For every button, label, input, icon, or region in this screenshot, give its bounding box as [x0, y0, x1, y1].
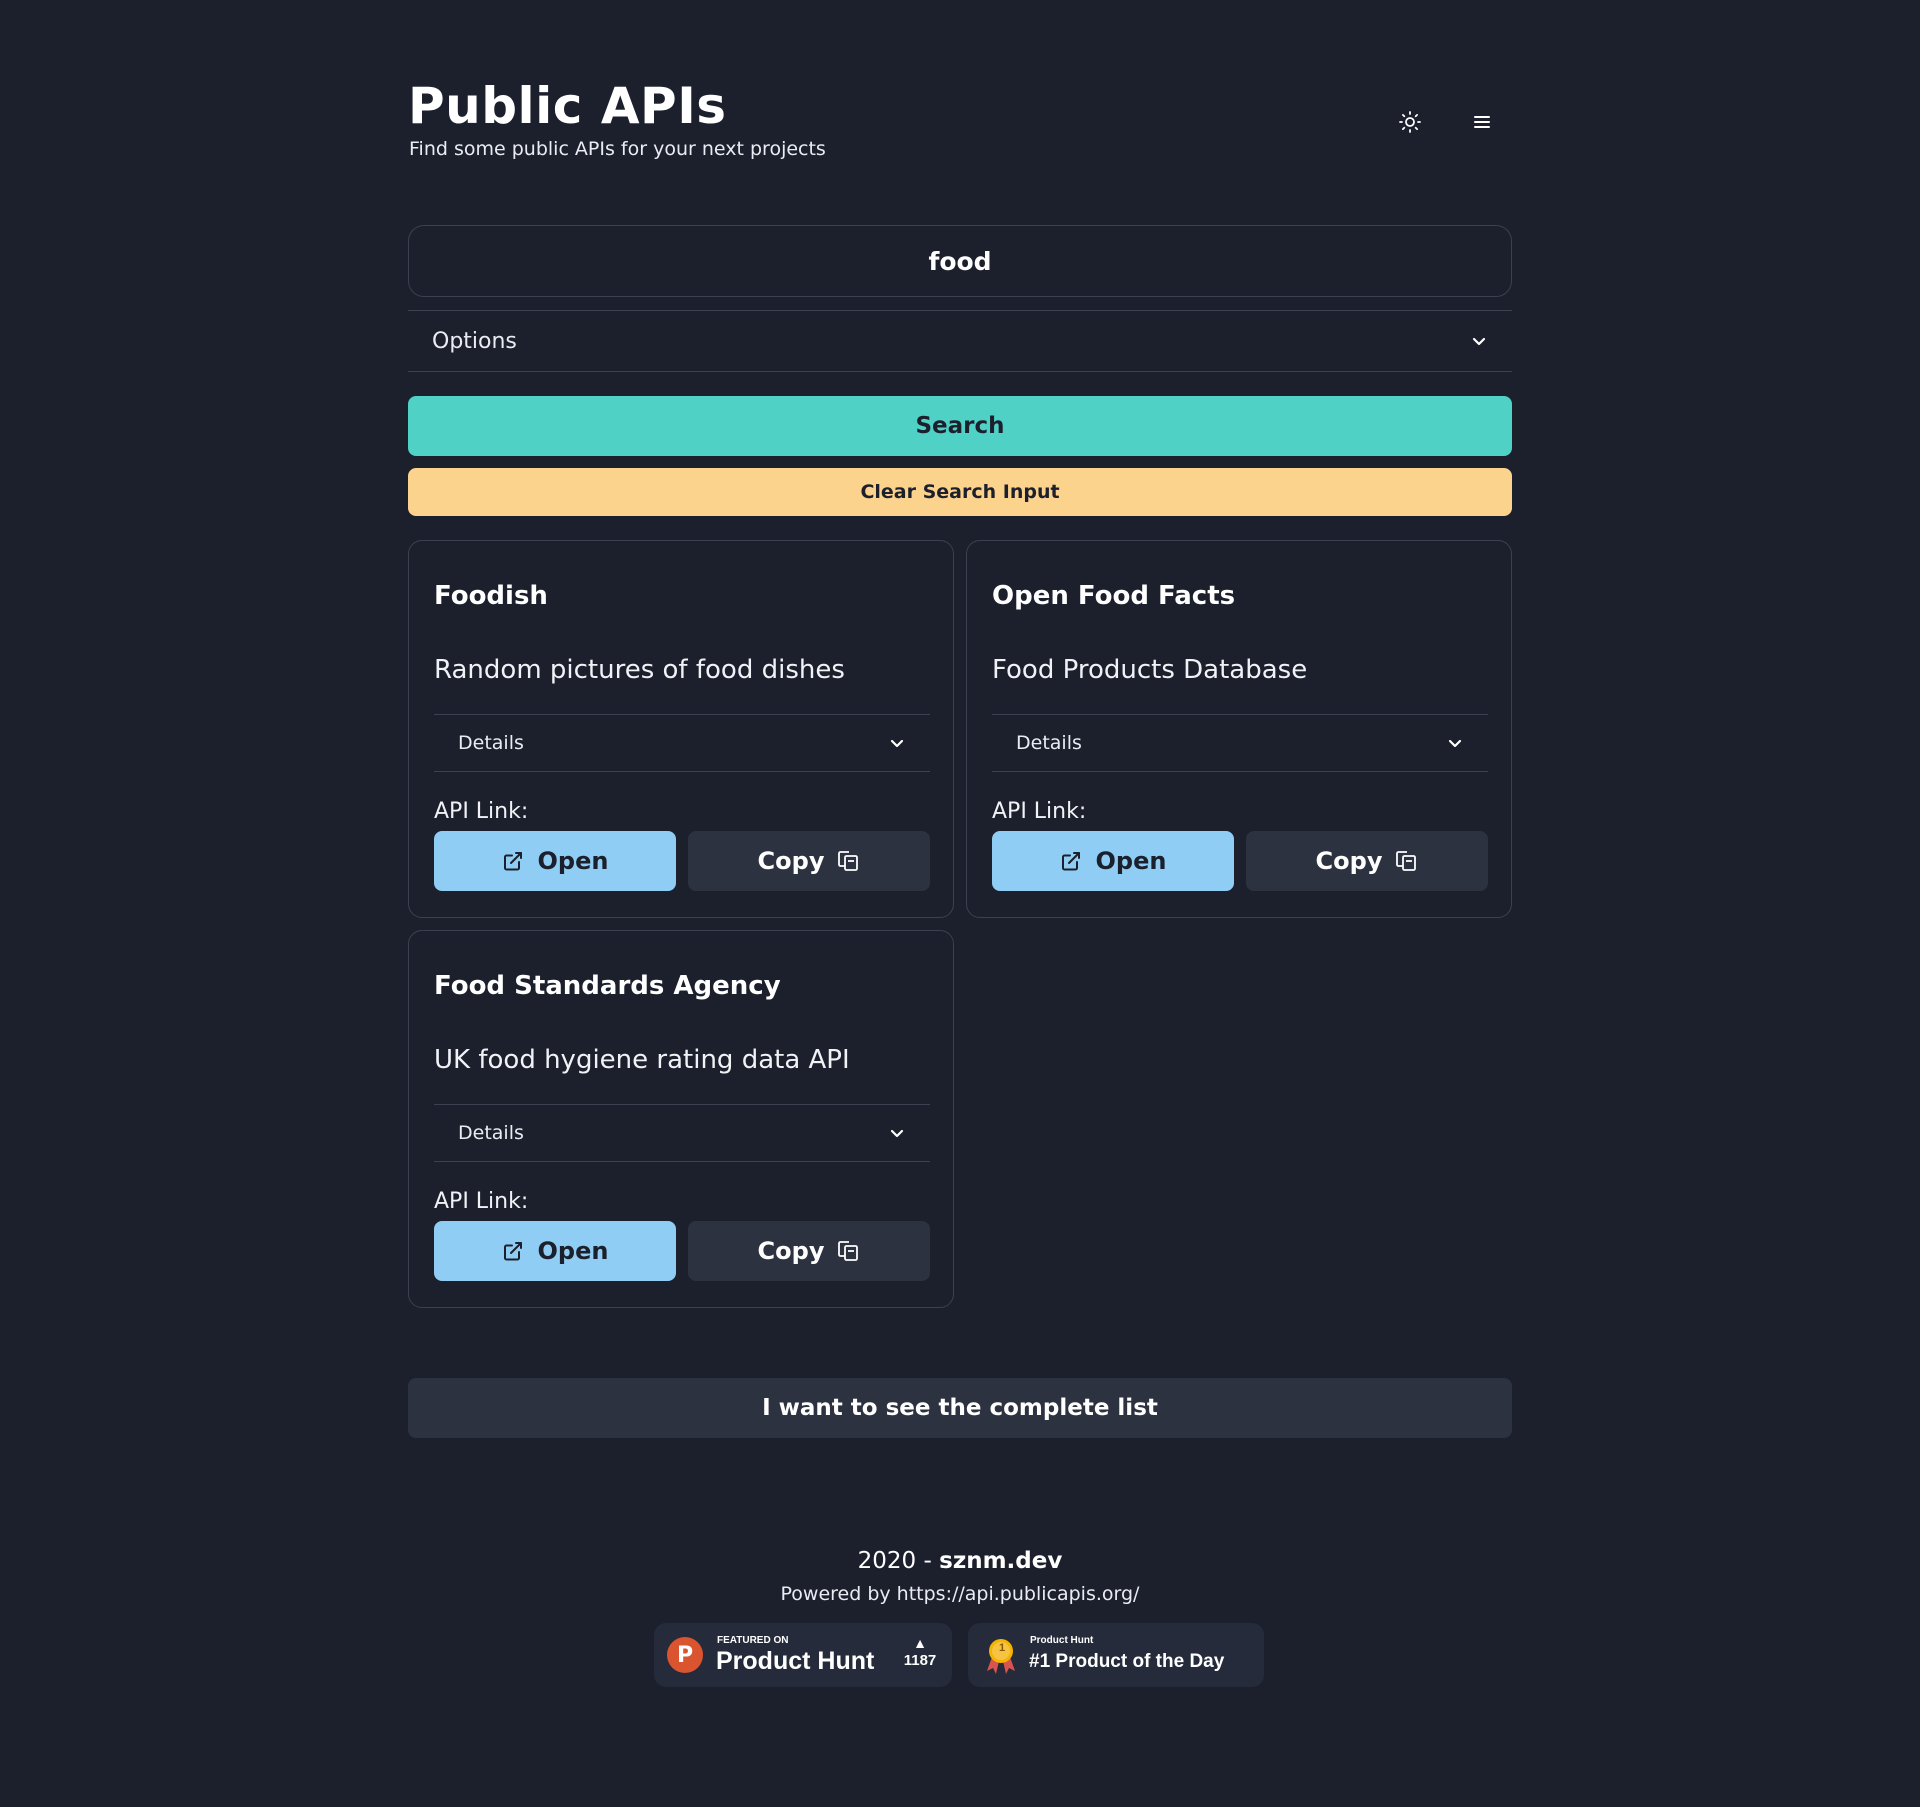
footer-brand-link[interactable]: sznm.dev: [939, 1548, 1062, 1574]
header: Public APIs Find some public APIs for yo…: [408, 72, 1512, 172]
sun-icon: [1399, 111, 1421, 133]
copy-api-button[interactable]: Copy: [1246, 831, 1488, 891]
clear-search-button[interactable]: Clear Search Input: [408, 468, 1512, 516]
chevron-down-icon: [890, 1129, 904, 1138]
api-link-label: API Link:: [992, 799, 1087, 824]
copy-api-button[interactable]: Copy: [688, 831, 930, 891]
potd-big-label: #1 Product of the Day: [1029, 1651, 1225, 1672]
chevron-down-icon: [1448, 739, 1462, 748]
product-hunt-name: Product Hunt: [716, 1647, 875, 1675]
open-api-button[interactable]: Open: [434, 831, 676, 891]
copy-icon: [838, 1241, 859, 1261]
see-complete-list-button[interactable]: I want to see the complete list: [408, 1378, 1512, 1438]
footer-copyright: 2020 - sznm.dev: [408, 1545, 1512, 1577]
potd-small-label: Product Hunt: [1030, 1635, 1094, 1646]
upvote-count: ▲ 1187: [900, 1635, 940, 1671]
api-description: Food Products Database: [992, 655, 1308, 685]
details-accordion[interactable]: Details: [992, 714, 1488, 772]
open-api-button[interactable]: Open: [992, 831, 1234, 891]
open-api-button[interactable]: Open: [434, 1221, 676, 1281]
theme-toggle-button[interactable]: [1390, 102, 1430, 142]
chevron-down-icon: [890, 739, 904, 748]
product-of-the-day-badge[interactable]: 1 Product Hunt #1 Product of the Day: [968, 1623, 1264, 1687]
search-input[interactable]: [408, 225, 1512, 297]
site-subtitle: Find some public APIs for your next proj…: [409, 138, 826, 160]
external-link-icon: [503, 1242, 522, 1261]
api-title: Open Food Facts: [992, 581, 1236, 611]
copy-label: Copy: [757, 847, 825, 875]
details-accordion[interactable]: Details: [434, 1104, 930, 1162]
footer-year: 2020 -: [857, 1548, 932, 1574]
footer-powered-by: Powered by https://api.publicapis.org/: [780, 1583, 1140, 1605]
details-label: Details: [1016, 732, 1082, 754]
upvote-arrow-icon: ▲: [913, 1635, 927, 1651]
external-link-icon: [1061, 852, 1080, 871]
api-description: UK food hygiene rating data API: [434, 1045, 850, 1075]
copy-label: Copy: [1315, 847, 1383, 875]
api-link-label: API Link:: [434, 1189, 529, 1214]
api-title: Foodish: [434, 581, 548, 611]
product-hunt-featured-badge[interactable]: P FEATURED ON Product Hunt ▲ 1187: [654, 1623, 952, 1687]
site-title: Public APIs: [408, 77, 727, 135]
menu-button[interactable]: [1462, 102, 1502, 142]
external-link-icon: [503, 852, 522, 871]
open-label: Open: [537, 847, 609, 875]
product-hunt-logo-icon: P: [667, 1637, 703, 1673]
chevron-down-icon: [1472, 337, 1486, 346]
options-label: Options: [432, 328, 517, 354]
copy-label: Copy: [757, 1237, 825, 1265]
options-accordion[interactable]: Options: [408, 310, 1512, 372]
details-label: Details: [458, 732, 524, 754]
copy-api-button[interactable]: Copy: [688, 1221, 930, 1281]
api-card: Food Standards Agency UK food hygiene ra…: [408, 930, 954, 1308]
copy-icon: [1396, 851, 1417, 871]
open-label: Open: [537, 1237, 609, 1265]
details-label: Details: [458, 1122, 524, 1144]
api-description: Random pictures of food dishes: [434, 655, 845, 685]
copy-icon: [838, 851, 859, 871]
featured-on-label: FEATURED ON: [717, 1635, 789, 1646]
api-card: Open Food Facts Food Products Database D…: [966, 540, 1512, 918]
api-card: Foodish Random pictures of food dishes D…: [408, 540, 954, 918]
open-label: Open: [1095, 847, 1167, 875]
medal-number: 1: [998, 1642, 1006, 1654]
search-button[interactable]: Search: [408, 396, 1512, 456]
upvote-number: 1187: [903, 1652, 937, 1669]
details-accordion[interactable]: Details: [434, 714, 930, 772]
api-link-label: API Link:: [434, 799, 529, 824]
hamburger-menu-icon: [1474, 116, 1490, 128]
api-title: Food Standards Agency: [434, 971, 781, 1001]
